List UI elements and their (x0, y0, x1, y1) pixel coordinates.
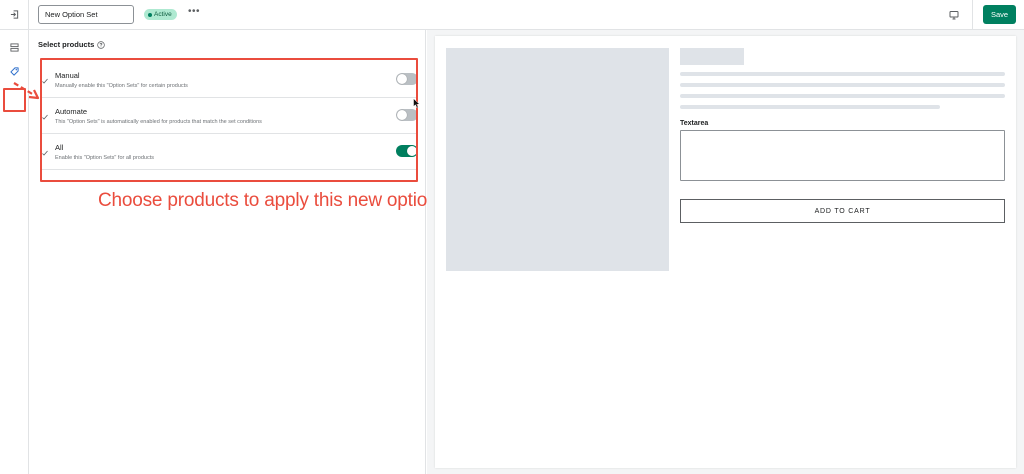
rail-item-products[interactable] (6, 63, 23, 80)
help-icon[interactable] (97, 40, 105, 49)
description-line-placeholder (680, 105, 940, 109)
preview-device-button[interactable] (945, 6, 963, 24)
layout-icon (10, 43, 19, 52)
annotation-arrow-icon (13, 82, 40, 100)
top-bar: Active ••• Save (0, 0, 1024, 30)
topbar-divider (972, 0, 973, 29)
more-actions-button[interactable]: ••• (186, 6, 202, 22)
product-title-placeholder (680, 48, 744, 65)
panel-title: Select products (38, 40, 105, 49)
description-line-placeholder (680, 94, 1005, 98)
add-to-cart-button[interactable]: ADD TO CART (680, 199, 1005, 223)
status-dot (148, 12, 152, 17)
desktop-icon (949, 11, 959, 20)
description-line-placeholder (680, 72, 1005, 76)
textarea-field[interactable] (680, 130, 1005, 181)
exit-icon (10, 10, 18, 19)
description-line-placeholder (680, 83, 1005, 87)
rail-item-layout[interactable] (6, 39, 23, 56)
mouse-cursor-icon (413, 98, 421, 109)
save-button[interactable]: Save (983, 5, 1016, 24)
options-highlight-box (40, 58, 418, 182)
exit-button[interactable] (0, 0, 29, 29)
textarea-label: Textarea (680, 120, 709, 127)
option-set-name-input[interactable] (38, 5, 134, 24)
tag-icon (10, 67, 19, 76)
status-label: Active (154, 11, 172, 18)
products-panel: Select products Manual Manually enable t… (30, 30, 509, 474)
product-image-placeholder (446, 48, 669, 271)
status-badge: Active (144, 9, 177, 20)
panel-title-text: Select products (38, 40, 95, 49)
